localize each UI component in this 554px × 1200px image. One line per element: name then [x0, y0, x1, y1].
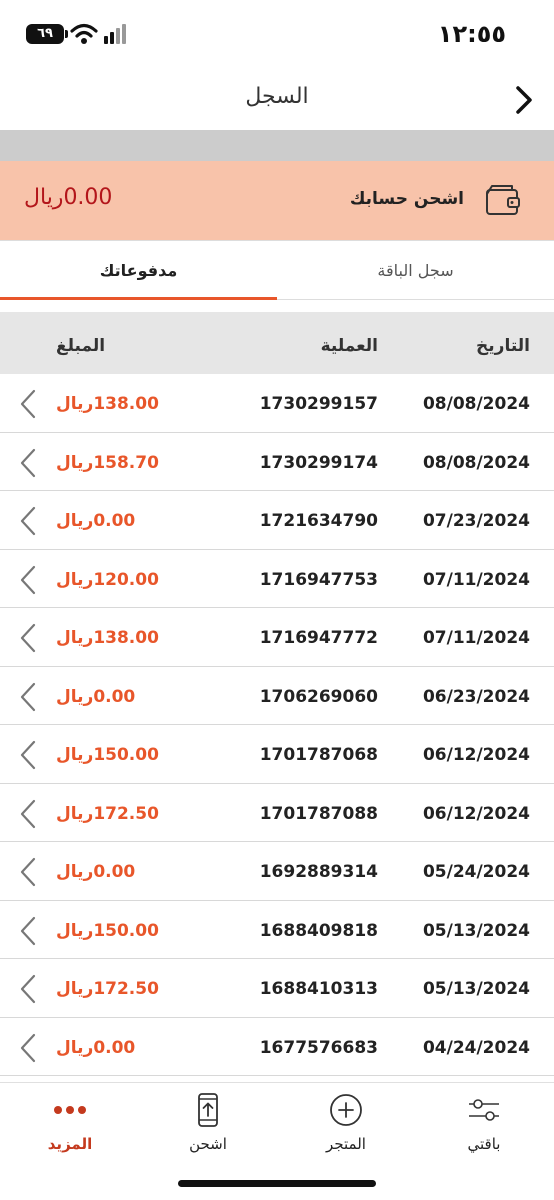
row-amount: 150.00ريال: [56, 920, 159, 941]
row-operation: 1706269060: [259, 686, 378, 707]
nav-more[interactable]: المزيد: [10, 1093, 130, 1163]
plus-circle-icon: [330, 1094, 362, 1126]
table-row[interactable]: 06/12/2024 1701787068 150.00ريال: [0, 725, 554, 784]
status-bar: ١٢:٥٥ ٦٩: [0, 0, 554, 70]
chevron-left-icon: [20, 974, 36, 1004]
status-time: ١٢:٥٥: [437, 20, 506, 48]
chevron-right-icon: [516, 86, 532, 114]
nav-more-label: المزيد: [47, 1135, 93, 1153]
page-title: السجل: [245, 84, 309, 109]
chevron-left-icon: [20, 740, 36, 770]
row-amount: 138.00ريال: [56, 628, 159, 648]
row-amount: 0.00ريال: [56, 686, 136, 707]
row-date: 05/13/2024: [422, 920, 530, 941]
more-dots-icon: [54, 1106, 86, 1114]
wallet-icon: [486, 185, 520, 215]
tab-package-history[interactable]: سجل الباقة: [277, 241, 554, 299]
row-date: 07/23/2024: [422, 511, 530, 531]
row-operation: 1721634790: [259, 511, 378, 531]
table-row[interactable]: 05/24/2024 1692889314 0.00ريال: [0, 842, 554, 901]
row-operation: 1701787088: [259, 803, 378, 824]
row-operation: 1701787068: [259, 745, 378, 765]
row-date: 06/12/2024: [422, 745, 530, 765]
row-operation: 1688409818: [259, 920, 378, 941]
row-operation: 1716947772: [259, 628, 378, 648]
chevron-left-icon: [20, 857, 36, 887]
home-indicator: [178, 1180, 376, 1187]
tabs: مدفوعاتك سجل الباقة: [0, 240, 554, 301]
chevron-left-icon: [20, 682, 36, 711]
battery-icon: ٦٩: [26, 24, 68, 44]
table-row[interactable]: 07/11/2024 1716947772 138.00ريال: [0, 608, 554, 667]
row-operation: 1677576683: [259, 1037, 378, 1058]
balance-amount: 0.00ريال: [24, 185, 113, 210]
chevron-left-icon: [20, 448, 36, 477]
row-date: 05/13/2024: [422, 979, 530, 999]
row-date: 04/24/2024: [422, 1037, 530, 1058]
chevron-left-icon: [20, 916, 36, 945]
nav-bar: السجل: [0, 70, 554, 130]
row-operation: 1730299157: [259, 394, 378, 414]
row-date: 07/11/2024: [422, 569, 530, 590]
chevron-left-icon: [20, 623, 36, 653]
chevron-left-icon: [20, 506, 36, 536]
row-date: 08/08/2024: [422, 452, 530, 473]
nav-recharge[interactable]: اشحن: [148, 1093, 268, 1163]
header-divider-band: [0, 130, 554, 161]
row-date: 06/23/2024: [422, 686, 530, 707]
wifi-icon: [70, 23, 98, 44]
row-amount: 150.00ريال: [56, 745, 159, 765]
table-row[interactable]: 07/23/2024 1721634790 0.00ريال: [0, 491, 554, 550]
table-row[interactable]: 04/24/2024 1677576683 0.00ريال: [0, 1017, 554, 1076]
row-amount: 172.50ريال: [56, 979, 159, 999]
nav-recharge-label: اشحن: [189, 1135, 227, 1153]
row-amount: 138.00ريال: [56, 394, 159, 414]
row-date: 07/11/2024: [422, 628, 530, 648]
chevron-left-icon: [20, 799, 36, 828]
column-header-operation: العملية: [320, 336, 378, 356]
chevron-left-icon: [20, 565, 36, 594]
phone-upload-icon: [198, 1093, 218, 1127]
table-row[interactable]: 08/08/2024 1730299157 138.00ريال: [0, 374, 554, 433]
table-body: 08/08/2024 1730299157 138.00ريال 08/08/2…: [0, 374, 554, 1082]
row-operation: 1730299174: [259, 452, 378, 473]
recharge-label: اشحن حسابك: [349, 189, 464, 209]
nav-store[interactable]: المتجر: [286, 1093, 406, 1163]
table-header: التاريخ العملية المبلغ: [0, 312, 554, 374]
tab-payments[interactable]: مدفوعاتك: [0, 241, 277, 301]
recharge-banner[interactable]: اشحن حسابك 0.00ريال: [0, 161, 554, 240]
row-amount: 0.00ريال: [56, 1037, 136, 1058]
nav-package[interactable]: باقتي: [424, 1093, 544, 1163]
sliders-icon: [469, 1099, 499, 1121]
row-amount: 0.00ريال: [56, 862, 136, 882]
tab-gap: [0, 300, 554, 312]
row-operation: 1692889314: [259, 862, 378, 882]
row-date: 05/24/2024: [422, 862, 530, 882]
row-amount: 120.00ريال: [56, 569, 159, 590]
chevron-left-icon: [20, 1033, 36, 1062]
row-amount: 0.00ريال: [56, 511, 136, 531]
table-row[interactable]: 05/13/2024 1688410313 172.50ريال: [0, 959, 554, 1018]
chevron-left-icon: [20, 389, 36, 419]
row-operation: 1716947753: [259, 569, 378, 590]
table-row[interactable]: 07/11/2024 1716947753 120.00ريال: [0, 549, 554, 608]
row-date: 08/08/2024: [422, 394, 530, 414]
column-header-date: التاريخ: [476, 336, 530, 356]
row-operation: 1688410313: [259, 979, 378, 999]
column-header-amount: المبلغ: [56, 336, 106, 356]
nav-store-label: المتجر: [326, 1135, 366, 1153]
row-amount: 158.70ريال: [56, 452, 159, 473]
nav-package-label: باقتي: [467, 1135, 501, 1153]
back-button[interactable]: [504, 78, 544, 122]
table-row[interactable]: 08/08/2024 1730299174 158.70ريال: [0, 432, 554, 491]
row-amount: 172.50ريال: [56, 803, 159, 824]
table-row[interactable]: 06/12/2024 1701787088 172.50ريال: [0, 783, 554, 842]
signal-icon: [104, 24, 126, 44]
row-date: 06/12/2024: [422, 803, 530, 824]
table-row[interactable]: 05/13/2024 1688409818 150.00ريال: [0, 900, 554, 959]
table-row[interactable]: 06/23/2024 1706269060 0.00ريال: [0, 666, 554, 725]
